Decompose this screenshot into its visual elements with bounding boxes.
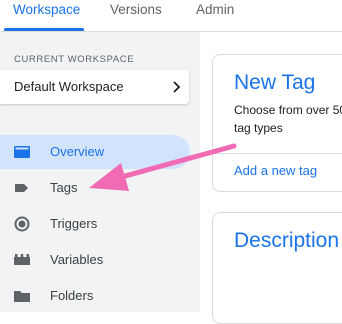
sidebar-item-label: Tags bbox=[50, 180, 78, 195]
tab-versions[interactable]: Versions bbox=[110, 2, 162, 17]
tag-icon bbox=[15, 184, 28, 192]
new-tag-description-line: tag types bbox=[234, 121, 283, 135]
description-title: Description bbox=[234, 229, 340, 252]
new-tag-description: Choose from over 50 tag types bbox=[234, 101, 342, 137]
sidebar-item-label: Folders bbox=[50, 288, 94, 303]
add-new-tag-link[interactable]: Add a new tag bbox=[234, 163, 317, 178]
description-card: Description bbox=[212, 212, 342, 324]
new-tag-description-line: Choose from over 50 bbox=[234, 103, 342, 117]
overview-icon bbox=[14, 146, 30, 158]
sidebar-item-label: Triggers bbox=[50, 216, 98, 231]
sidebar-item-overview[interactable]: Overview bbox=[0, 135, 190, 169]
new-tag-title: New Tag bbox=[234, 71, 316, 94]
sidebar-item-label: Overview bbox=[50, 144, 105, 159]
sidebar-item-variables[interactable]: Variables bbox=[0, 243, 190, 277]
tab-workspace[interactable]: Workspace bbox=[13, 2, 80, 17]
workspace-selector[interactable]: Default Workspace bbox=[0, 70, 189, 104]
sidebar-item-folders[interactable]: Folders bbox=[0, 279, 190, 313]
sidebar-item-label: Variables bbox=[50, 252, 104, 267]
sidebar-item-tags[interactable]: Tags bbox=[0, 171, 190, 205]
trigger-icon bbox=[14, 216, 30, 232]
current-workspace-label: CURRENT WORKSPACE bbox=[14, 54, 135, 65]
new-tag-card: New Tag Choose from over 50 tag types Ad… bbox=[212, 54, 342, 192]
sidebar: CURRENT WORKSPACE Default Workspace Over… bbox=[0, 32, 200, 312]
card-divider bbox=[213, 153, 342, 154]
workspace-name: Default Workspace bbox=[14, 79, 124, 94]
variables-icon bbox=[14, 254, 30, 265]
tab-admin[interactable]: Admin bbox=[196, 2, 234, 17]
sidebar-item-triggers[interactable]: Triggers bbox=[0, 207, 190, 241]
top-tab-bar: Workspace Versions Admin bbox=[0, 0, 342, 31]
chevron-right-icon bbox=[173, 81, 181, 93]
folder-icon bbox=[14, 291, 30, 302]
